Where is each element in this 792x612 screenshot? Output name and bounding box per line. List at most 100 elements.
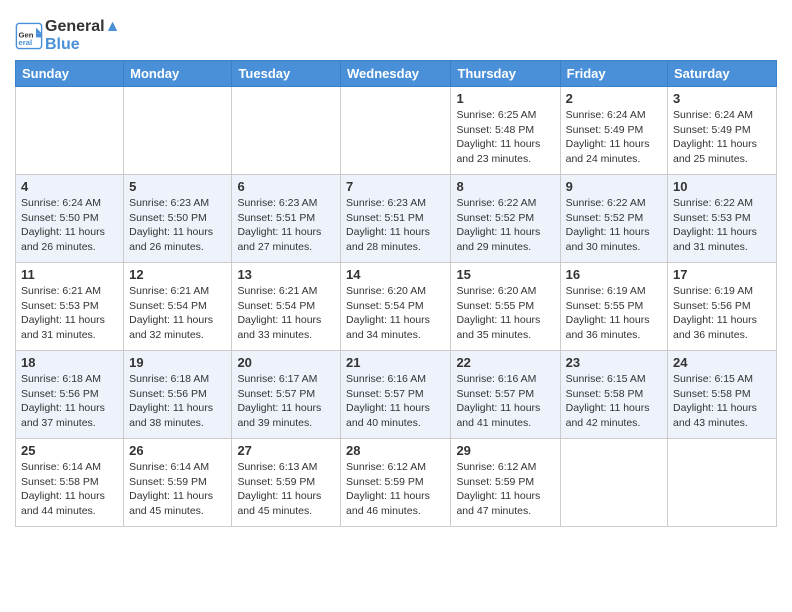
calendar: SundayMondayTuesdayWednesdayThursdayFrid… <box>15 60 777 527</box>
day-info: Sunrise: 6:23 AM Sunset: 5:51 PM Dayligh… <box>237 196 335 255</box>
day-number: 26 <box>129 443 226 458</box>
calendar-cell: 12 Sunrise: 6:21 AM Sunset: 5:54 PM Dayli… <box>124 263 232 351</box>
day-number: 9 <box>566 179 662 194</box>
day-number: 3 <box>673 91 771 106</box>
calendar-cell: 15 Sunrise: 6:20 AM Sunset: 5:55 PM Dayli… <box>451 263 560 351</box>
calendar-cell <box>668 439 777 527</box>
calendar-cell: 19Sunrise: 6:18 AM Sunset: 5:56 PM Dayli… <box>124 351 232 439</box>
calendar-cell <box>341 87 451 175</box>
day-number: 12 <box>129 267 226 282</box>
day-number: 21 <box>346 355 445 370</box>
day-number: 17 <box>673 267 771 282</box>
calendar-header-row: SundayMondayTuesdayWednesdayThursdayFrid… <box>16 61 777 87</box>
calendar-cell: 20 Sunrise: 6:17 AM Sunset: 5:57 PM Dayli… <box>232 351 341 439</box>
logo-icon: Gen eral <box>15 22 43 50</box>
calendar-cell: 16Sunrise: 6:19 AM Sunset: 5:55 PM Dayli… <box>560 263 667 351</box>
day-info: Sunrise: 6:24 AM Sunset: 5:50 PM Dayligh… <box>21 196 118 255</box>
calendar-cell <box>560 439 667 527</box>
week-row-3: 18 Sunrise: 6:18 AM Sunset: 5:56 PM Dayli… <box>16 351 777 439</box>
calendar-cell: 9 Sunrise: 6:22 AM Sunset: 5:52 PM Daylig… <box>560 175 667 263</box>
calendar-cell: 8 Sunrise: 6:22 AM Sunset: 5:52 PM Daylig… <box>451 175 560 263</box>
day-number: 23 <box>566 355 662 370</box>
day-info: Sunrise: 6:16 AM Sunset: 5:57 PM Dayligh… <box>456 372 554 431</box>
week-row-0: 1Sunrise: 6:25 AM Sunset: 5:48 PM Daylig… <box>16 87 777 175</box>
day-info: Sunrise: 6:20 AM Sunset: 5:54 PM Dayligh… <box>346 284 445 343</box>
calendar-cell <box>232 87 341 175</box>
day-header-wednesday: Wednesday <box>341 61 451 87</box>
day-number: 11 <box>21 267 118 282</box>
day-number: 8 <box>456 179 554 194</box>
day-number: 6 <box>237 179 335 194</box>
day-header-sunday: Sunday <box>16 61 124 87</box>
calendar-cell: 14Sunrise: 6:20 AM Sunset: 5:54 PM Dayli… <box>341 263 451 351</box>
day-number: 10 <box>673 179 771 194</box>
day-number: 4 <box>21 179 118 194</box>
calendar-cell: 7 Sunrise: 6:23 AM Sunset: 5:51 PM Daylig… <box>341 175 451 263</box>
day-info: Sunrise: 6:17 AM Sunset: 5:57 PM Dayligh… <box>237 372 335 431</box>
day-number: 19 <box>129 355 226 370</box>
day-number: 27 <box>237 443 335 458</box>
calendar-cell <box>16 87 124 175</box>
day-number: 2 <box>566 91 662 106</box>
day-number: 22 <box>456 355 554 370</box>
week-row-4: 25 Sunrise: 6:14 AM Sunset: 5:58 PM Dayli… <box>16 439 777 527</box>
calendar-cell: 28Sunrise: 6:12 AM Sunset: 5:59 PM Dayli… <box>341 439 451 527</box>
week-row-1: 4 Sunrise: 6:24 AM Sunset: 5:50 PM Daylig… <box>16 175 777 263</box>
calendar-cell: 3Sunrise: 6:24 AM Sunset: 5:49 PM Daylig… <box>668 87 777 175</box>
calendar-cell: 2 Sunrise: 6:24 AM Sunset: 5:49 PM Daylig… <box>560 87 667 175</box>
day-info: Sunrise: 6:15 AM Sunset: 5:58 PM Dayligh… <box>673 372 771 431</box>
day-header-thursday: Thursday <box>451 61 560 87</box>
day-info: Sunrise: 6:21 AM Sunset: 5:53 PM Dayligh… <box>21 284 118 343</box>
day-number: 20 <box>237 355 335 370</box>
day-number: 5 <box>129 179 226 194</box>
calendar-cell: 4 Sunrise: 6:24 AM Sunset: 5:50 PM Daylig… <box>16 175 124 263</box>
day-info: Sunrise: 6:21 AM Sunset: 5:54 PM Dayligh… <box>237 284 335 343</box>
week-row-2: 11 Sunrise: 6:21 AM Sunset: 5:53 PM Dayli… <box>16 263 777 351</box>
day-info: Sunrise: 6:12 AM Sunset: 5:59 PM Dayligh… <box>456 460 554 519</box>
header: Gen eral General▲ Blue <box>15 10 777 54</box>
day-header-monday: Monday <box>124 61 232 87</box>
calendar-cell: 1Sunrise: 6:25 AM Sunset: 5:48 PM Daylig… <box>451 87 560 175</box>
calendar-cell: 5 Sunrise: 6:23 AM Sunset: 5:50 PM Daylig… <box>124 175 232 263</box>
day-header-tuesday: Tuesday <box>232 61 341 87</box>
day-info: Sunrise: 6:21 AM Sunset: 5:54 PM Dayligh… <box>129 284 226 343</box>
day-info: Sunrise: 6:23 AM Sunset: 5:51 PM Dayligh… <box>346 196 445 255</box>
calendar-cell: 18 Sunrise: 6:18 AM Sunset: 5:56 PM Dayli… <box>16 351 124 439</box>
svg-text:eral: eral <box>19 38 33 47</box>
calendar-cell: 23 Sunrise: 6:15 AM Sunset: 5:58 PM Dayli… <box>560 351 667 439</box>
logo-text: General▲ Blue <box>45 18 120 54</box>
logo: Gen eral General▲ Blue <box>15 18 120 54</box>
calendar-cell: 22 Sunrise: 6:16 AM Sunset: 5:57 PM Dayli… <box>451 351 560 439</box>
calendar-cell: 29Sunrise: 6:12 AM Sunset: 5:59 PM Dayli… <box>451 439 560 527</box>
calendar-cell: 27Sunrise: 6:13 AM Sunset: 5:59 PM Dayli… <box>232 439 341 527</box>
day-number: 18 <box>21 355 118 370</box>
day-number: 15 <box>456 267 554 282</box>
day-number: 1 <box>456 91 554 106</box>
day-info: Sunrise: 6:19 AM Sunset: 5:56 PM Dayligh… <box>673 284 771 343</box>
day-number: 16 <box>566 267 662 282</box>
calendar-cell: 10 Sunrise: 6:22 AM Sunset: 5:53 PM Dayli… <box>668 175 777 263</box>
calendar-cell: 21 Sunrise: 6:16 AM Sunset: 5:57 PM Dayli… <box>341 351 451 439</box>
day-info: Sunrise: 6:22 AM Sunset: 5:52 PM Dayligh… <box>566 196 662 255</box>
day-info: Sunrise: 6:16 AM Sunset: 5:57 PM Dayligh… <box>346 372 445 431</box>
calendar-cell: 26Sunrise: 6:14 AM Sunset: 5:59 PM Dayli… <box>124 439 232 527</box>
day-header-friday: Friday <box>560 61 667 87</box>
calendar-cell: 17 Sunrise: 6:19 AM Sunset: 5:56 PM Dayli… <box>668 263 777 351</box>
day-info: Sunrise: 6:14 AM Sunset: 5:58 PM Dayligh… <box>21 460 118 519</box>
calendar-cell: 11 Sunrise: 6:21 AM Sunset: 5:53 PM Dayli… <box>16 263 124 351</box>
calendar-cell: 13Sunrise: 6:21 AM Sunset: 5:54 PM Dayli… <box>232 263 341 351</box>
day-number: 7 <box>346 179 445 194</box>
day-info: Sunrise: 6:20 AM Sunset: 5:55 PM Dayligh… <box>456 284 554 343</box>
calendar-cell: 6 Sunrise: 6:23 AM Sunset: 5:51 PM Daylig… <box>232 175 341 263</box>
calendar-cell <box>124 87 232 175</box>
day-info: Sunrise: 6:24 AM Sunset: 5:49 PM Dayligh… <box>566 108 662 167</box>
day-info: Sunrise: 6:23 AM Sunset: 5:50 PM Dayligh… <box>129 196 226 255</box>
day-number: 25 <box>21 443 118 458</box>
day-info: Sunrise: 6:18 AM Sunset: 5:56 PM Dayligh… <box>21 372 118 431</box>
calendar-cell: 24Sunrise: 6:15 AM Sunset: 5:58 PM Dayli… <box>668 351 777 439</box>
day-info: Sunrise: 6:22 AM Sunset: 5:53 PM Dayligh… <box>673 196 771 255</box>
day-info: Sunrise: 6:22 AM Sunset: 5:52 PM Dayligh… <box>456 196 554 255</box>
day-info: Sunrise: 6:15 AM Sunset: 5:58 PM Dayligh… <box>566 372 662 431</box>
calendar-cell: 25 Sunrise: 6:14 AM Sunset: 5:58 PM Dayli… <box>16 439 124 527</box>
day-header-saturday: Saturday <box>668 61 777 87</box>
